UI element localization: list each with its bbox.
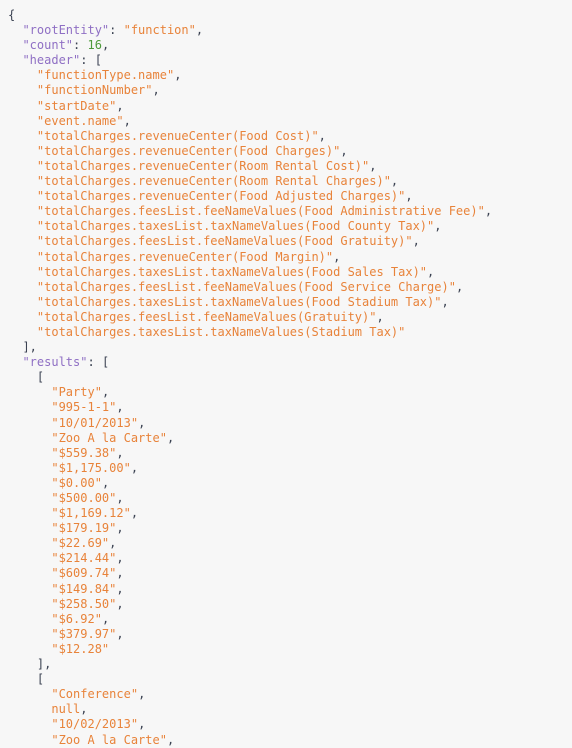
json-header-close: ], — [22, 340, 37, 355]
json-header-item: "totalCharges.revenueCenter(Room Rental … — [36, 158, 377, 173]
json-header-item: "totalCharges.revenueCenter(Room Rental … — [36, 174, 399, 189]
json-result-value: "$6.92", — [51, 611, 110, 626]
json-header-item: "startDate", — [36, 98, 124, 113]
json-header-item: "totalCharges.revenueCenter(Food Charges… — [36, 143, 348, 158]
json-result-value: "$12.28" — [51, 641, 110, 656]
json-header-item: "totalCharges.taxesList.taxNameValues(Fo… — [36, 294, 449, 309]
json-code-viewer: { "rootEntity": "function", "count": 16,… — [0, 0, 572, 748]
json-header-item: "totalCharges.feesList.feeNameValues(Foo… — [36, 204, 493, 219]
json-line-root-entity: "rootEntity": "function", — [22, 23, 204, 38]
json-line-header-key: "header": [ — [22, 53, 102, 68]
json-header-item: "totalCharges.feesList.feeNameValues(Gra… — [36, 309, 384, 324]
json-header-item: "totalCharges.revenueCenter(Food Cost)", — [36, 128, 326, 143]
json-result-value: "995-1-1", — [51, 400, 124, 415]
json-result-value: "$0.00", — [51, 475, 110, 490]
json-header-item: "totalCharges.revenueCenter(Food Margin)… — [36, 249, 341, 264]
json-result-value: "10/01/2013", — [51, 415, 146, 430]
json-result-value: "10/02/2013", — [51, 717, 146, 732]
json-open-brace: { — [8, 8, 16, 22]
json-header-item: "event.name", — [36, 113, 131, 128]
json-line-count: "count": 16, — [22, 38, 110, 53]
json-result-value: "$500.00", — [51, 491, 124, 505]
json-result-row-close: ], — [36, 657, 52, 672]
json-result-value: "$379.97", — [51, 626, 124, 641]
json-header-item: "totalCharges.taxesList.taxNameValues(Fo… — [36, 264, 435, 279]
json-result-value: "Party", — [51, 385, 110, 400]
json-header-item: "totalCharges.taxesList.taxNameValues(St… — [36, 324, 406, 339]
json-header-item: "totalCharges.feesList.feeNameValues(Foo… — [36, 234, 420, 249]
json-result-value: "Zoo A la Carte", — [51, 732, 175, 747]
json-header-item: "totalCharges.revenueCenter(Food Adjuste… — [36, 189, 413, 204]
json-result-row-open: [ — [36, 672, 45, 687]
json-header-item: "functionType.name", — [36, 68, 182, 83]
json-result-row-open: [ — [36, 370, 45, 385]
json-result-value: "$22.69", — [51, 536, 117, 551]
json-line-results-key: "results": [ — [22, 355, 110, 370]
json-header-item: "functionNumber", — [36, 83, 160, 98]
json-result-value: "$1,169.12", — [51, 506, 139, 521]
json-result-value: "$214.44", — [51, 551, 124, 566]
json-result-value: "$559.38", — [51, 445, 124, 460]
json-result-value: "$179.19", — [51, 521, 124, 536]
json-result-value: "$149.84", — [51, 581, 124, 596]
json-result-value: "$609.74", — [51, 566, 124, 581]
json-result-value: "Zoo A la Carte", — [51, 430, 175, 445]
json-header-item: "totalCharges.taxesList.taxNameValues(Fo… — [36, 219, 442, 234]
json-header-item: "totalCharges.feesList.feeNameValues(Foo… — [36, 279, 464, 294]
json-result-value: null, — [51, 702, 88, 717]
json-result-value: "$1,175.00", — [51, 460, 139, 475]
json-result-value: "Conference", — [51, 687, 146, 702]
json-result-value: "$258.50", — [51, 596, 124, 611]
